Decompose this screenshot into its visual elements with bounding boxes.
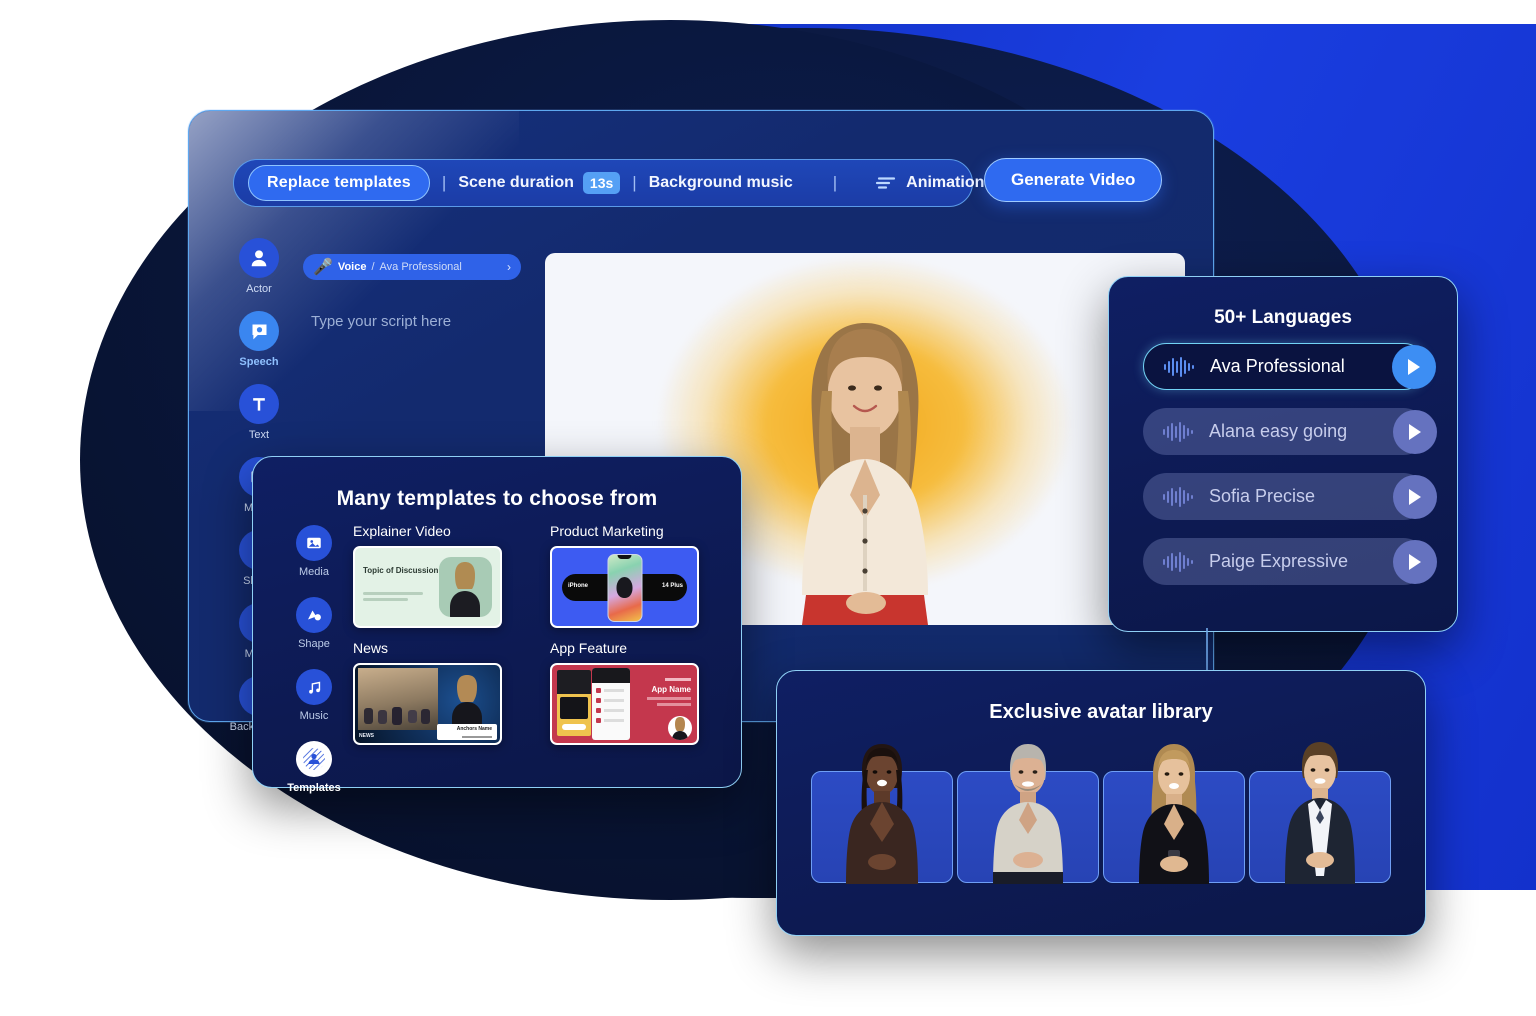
voices-panel-title: 50+ Languages bbox=[1214, 307, 1352, 328]
play-icon bbox=[1408, 358, 1420, 375]
play-icon bbox=[1409, 553, 1421, 570]
avatars-panel: Exclusive avatar library bbox=[776, 670, 1426, 936]
media-image-icon bbox=[296, 525, 332, 561]
voice-chip-value: Ava Professional bbox=[379, 261, 462, 273]
avatar-tile-4[interactable] bbox=[1249, 742, 1391, 884]
voice-name-ava: Ava Professional bbox=[1210, 356, 1345, 376]
generate-video-button[interactable]: Generate Video bbox=[984, 158, 1163, 202]
voice-row-alana[interactable]: Alana easy going bbox=[1143, 408, 1437, 455]
avatars-row bbox=[811, 742, 1391, 884]
template-label-explainer: Explainer Video bbox=[353, 523, 451, 539]
page-root: Replace templates | Scene duration 13s |… bbox=[0, 0, 1536, 1016]
templates-sidebar-label-shape: Shape bbox=[298, 638, 330, 650]
product-thumb-text-right: 14 Plus bbox=[661, 583, 683, 589]
person-icon bbox=[239, 238, 279, 278]
template-label-product: Product Marketing bbox=[550, 523, 664, 539]
scene-duration-label: Scene duration bbox=[458, 174, 574, 191]
voice-row-ava[interactable]: Ava Professional bbox=[1143, 343, 1436, 390]
avatar-image-1 bbox=[846, 744, 918, 884]
shape-icon bbox=[296, 597, 332, 633]
product-thumb: iPhone 14 Plus bbox=[550, 546, 699, 628]
app-thumb: App Name bbox=[550, 663, 699, 745]
speech-bubble-icon bbox=[239, 311, 279, 351]
templates-grid: Explainer Video Topic of Discussion Prod… bbox=[353, 523, 719, 745]
voice-selector-chip[interactable]: 🎤 Voice / Ava Professional › bbox=[303, 254, 521, 280]
explainer-thumb: Topic of Discussion bbox=[353, 546, 502, 628]
scene-duration-value[interactable]: 13s bbox=[582, 172, 621, 194]
sidebar-item-text[interactable]: Text bbox=[233, 384, 285, 441]
avatars-panel-title: Exclusive avatar library bbox=[989, 701, 1213, 723]
sidebar-label-speech: Speech bbox=[239, 356, 279, 368]
templates-icon bbox=[296, 741, 332, 777]
background-music-button[interactable]: Background music bbox=[649, 174, 793, 192]
animation-lines-icon bbox=[876, 177, 896, 189]
template-card-product[interactable]: Product Marketing iPhone 14 Plus bbox=[550, 523, 719, 628]
templates-sidebar-item-templates[interactable]: Templates bbox=[283, 741, 345, 794]
panel-connector-line bbox=[1206, 628, 1208, 672]
play-button-paige[interactable] bbox=[1393, 539, 1437, 584]
toolbar-separator-2: | bbox=[632, 173, 637, 192]
templates-sidebar-label-music: Music bbox=[299, 710, 329, 722]
avatar-image-4 bbox=[1285, 742, 1355, 884]
play-button-alana[interactable] bbox=[1393, 409, 1437, 454]
templates-panel: Many templates to choose from Media Shap… bbox=[252, 456, 742, 794]
voice-name-alana: Alana easy going bbox=[1209, 421, 1348, 441]
template-label-app: App Feature bbox=[550, 640, 628, 656]
editor-toolbar: Replace templates | Scene duration 13s |… bbox=[233, 159, 984, 207]
play-icon bbox=[1409, 488, 1421, 505]
sidebar-label-actor: Actor bbox=[246, 283, 272, 295]
voice-row-sofia[interactable]: Sofia Precise bbox=[1143, 473, 1437, 520]
templates-sidebar-item-media[interactable]: Media bbox=[283, 525, 345, 578]
avatar-image-2 bbox=[993, 744, 1063, 884]
voices-panel: 50+ Languages Ava Professional Alana eas… bbox=[1108, 276, 1458, 632]
play-button-ava[interactable] bbox=[1392, 344, 1436, 389]
avatar-tile-1[interactable] bbox=[811, 744, 953, 884]
template-card-app[interactable]: App Feature App Name bbox=[550, 640, 719, 745]
templates-sidebar-item-music[interactable]: Music bbox=[283, 669, 345, 722]
script-input[interactable]: Type your script here bbox=[311, 313, 451, 330]
waveform-icon bbox=[1163, 486, 1193, 507]
voice-name-sofia: Sofia Precise bbox=[1209, 486, 1316, 506]
voices-list: Ava Professional Alana easy going Sofia … bbox=[1143, 343, 1437, 603]
templates-sidebar-item-shape[interactable]: Shape bbox=[283, 597, 345, 650]
avatar-tile-3[interactable] bbox=[1103, 744, 1245, 884]
preview-avatar-image bbox=[802, 323, 928, 625]
voice-row-paige[interactable]: Paige Expressive bbox=[1143, 538, 1437, 585]
animation-label: Animation bbox=[906, 174, 985, 191]
template-label-news: News bbox=[353, 640, 389, 656]
microphone-icon: 🎤 bbox=[313, 259, 333, 276]
text-t-icon bbox=[239, 384, 279, 424]
voice-chip-divider: / bbox=[371, 261, 375, 273]
avatar-image-3 bbox=[1139, 744, 1209, 884]
replace-templates-button[interactable]: Replace templates bbox=[248, 165, 430, 201]
toolbar-separator-1: | bbox=[441, 173, 447, 192]
sidebar-item-actor[interactable]: Actor bbox=[233, 238, 285, 295]
news-thumb-text: Anchors Name bbox=[456, 726, 492, 732]
waveform-icon bbox=[1163, 421, 1193, 442]
templates-sidebar: Media Shape Music Templates bbox=[283, 525, 345, 813]
voice-name-paige: Paige Expressive bbox=[1209, 551, 1349, 571]
news-thumb: Anchors Name NEWS bbox=[353, 663, 502, 745]
animation-button[interactable]: Animation bbox=[875, 174, 984, 192]
templates-sidebar-label-templates: Templates bbox=[287, 782, 341, 794]
voice-chip-prefix: Voice bbox=[337, 261, 367, 273]
sidebar-label-text: Text bbox=[248, 429, 270, 441]
templates-sidebar-label-media: Media bbox=[299, 566, 329, 578]
avatar-tile-2[interactable] bbox=[957, 744, 1099, 884]
explainer-thumb-text: Topic of Discussion bbox=[363, 566, 439, 575]
play-icon bbox=[1409, 423, 1421, 440]
sidebar-item-speech[interactable]: Speech bbox=[233, 311, 285, 368]
toolbar-separator-3: | bbox=[832, 173, 838, 192]
template-card-news[interactable]: News Anchors Name NEWS bbox=[353, 640, 522, 745]
waveform-icon bbox=[1163, 551, 1193, 572]
templates-panel-title: Many templates to choose from bbox=[336, 487, 658, 510]
play-button-sofia[interactable] bbox=[1393, 474, 1437, 519]
chevron-right-icon: › bbox=[507, 260, 511, 274]
app-thumb-text: App Name bbox=[651, 685, 691, 694]
music-note-icon bbox=[296, 669, 332, 705]
product-thumb-text-left: iPhone bbox=[568, 583, 589, 589]
waveform-icon bbox=[1164, 356, 1194, 377]
template-card-explainer[interactable]: Explainer Video Topic of Discussion bbox=[353, 523, 522, 628]
